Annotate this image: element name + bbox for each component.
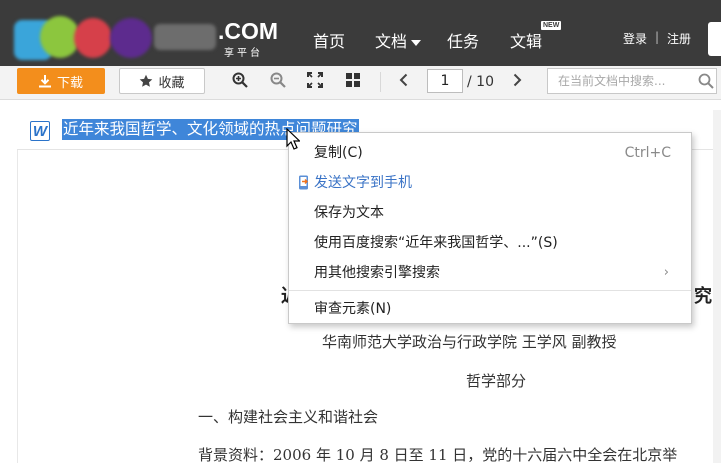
star-icon	[140, 74, 153, 87]
menu-item-send-to-phone[interactable]: 发送文字到手机	[289, 169, 691, 197]
nav-collections[interactable]: 文辑	[510, 28, 542, 52]
caret-down-icon	[411, 39, 422, 46]
document-paragraph: 背景资料：2006 年 10 月 8 日至 11 日，党的十六届六中全会在北京举	[198, 446, 678, 463]
word-document-icon: W	[30, 121, 50, 141]
site-logo[interactable]: .COM 享平台	[14, 12, 284, 60]
document-toolbar: 下载 收藏 1 / 10 在当前文档中搜索...	[0, 66, 721, 100]
chevron-right-icon[interactable]	[508, 71, 526, 89]
nav-documents-label: 文档	[375, 32, 408, 51]
menu-item-label: 使用百度搜索“近年来我国哲学、...”(S)	[314, 235, 558, 251]
logo-blurred-part	[74, 18, 112, 58]
context-menu: 复制(C) Ctrl+C 发送文字到手机 保存为文本 使用百度搜索“近年来我国哲…	[288, 132, 692, 324]
menu-item-baidu-search[interactable]: 使用百度搜索“近年来我国哲学、...”(S)	[289, 229, 691, 257]
mouse-cursor-icon	[286, 128, 300, 150]
download-icon	[38, 74, 51, 87]
grid-view-icon[interactable]	[344, 71, 362, 89]
logo-domain-suffix: .COM	[218, 18, 279, 44]
chevron-right-icon: ›	[663, 265, 669, 280]
side-tab-handle[interactable]	[708, 22, 721, 56]
menu-item-shortcut: Ctrl+C	[624, 145, 671, 161]
document-author: 华南师范大学政治与行政学院 王学风 副教授	[322, 333, 617, 351]
menu-item-other-search[interactable]: 用其他搜索引擎搜索 ›	[289, 259, 691, 287]
document-section-title: 哲学部分	[466, 372, 527, 390]
logo-blurred-part	[154, 24, 216, 50]
nav-home[interactable]: 首页	[313, 28, 345, 52]
logo-blurred-part	[110, 18, 152, 58]
auth-separator: |	[655, 30, 660, 44]
toolbar-divider	[380, 72, 381, 92]
document-subheading: 一、构建社会主义和谐社会	[198, 408, 379, 426]
favorite-button[interactable]: 收藏	[119, 68, 205, 94]
fullscreen-icon[interactable]	[306, 71, 324, 89]
search-icon[interactable]	[698, 73, 714, 89]
nav-tasks[interactable]: 任务	[447, 28, 479, 52]
download-label: 下载	[56, 75, 83, 91]
nav-documents[interactable]: 文档	[375, 28, 422, 52]
send-to-phone-icon	[299, 175, 308, 190]
menu-item-label: 发送文字到手机	[314, 175, 412, 191]
menu-item-inspect[interactable]: 审查元素(N)	[289, 295, 691, 323]
login-link[interactable]: 登录	[623, 30, 647, 47]
document-heading-end: 究	[694, 286, 712, 307]
top-navigation-bar: .COM 享平台 首页 文档 任务 文辑 NEW 登录 | 注册	[0, 0, 721, 66]
menu-separator	[289, 290, 691, 291]
favorite-label: 收藏	[158, 75, 185, 91]
page-total: / 10	[467, 74, 494, 90]
menu-item-label: 审查元素(N)	[314, 301, 392, 317]
download-button[interactable]: 下载	[17, 68, 105, 94]
menu-item-save-as-text[interactable]: 保存为文本	[289, 199, 691, 227]
chevron-left-icon[interactable]	[395, 71, 413, 89]
menu-item-label: 复制(C)	[314, 145, 363, 161]
logo-subtitle: 享平台	[224, 48, 263, 59]
register-link[interactable]: 注册	[667, 30, 691, 47]
new-badge: NEW	[541, 21, 562, 30]
menu-item-label: 保存为文本	[314, 205, 384, 221]
search-placeholder: 在当前文档中搜索...	[558, 74, 666, 88]
page-number-input[interactable]: 1	[427, 69, 463, 93]
menu-item-label: 用其他搜索引擎搜索	[314, 265, 440, 281]
document-search-input[interactable]: 在当前文档中搜索...	[547, 68, 717, 94]
scrollbar[interactable]	[713, 110, 721, 463]
zoom-out-icon[interactable]	[269, 71, 287, 89]
menu-item-copy[interactable]: 复制(C) Ctrl+C	[289, 139, 691, 167]
zoom-in-icon[interactable]	[231, 71, 249, 89]
